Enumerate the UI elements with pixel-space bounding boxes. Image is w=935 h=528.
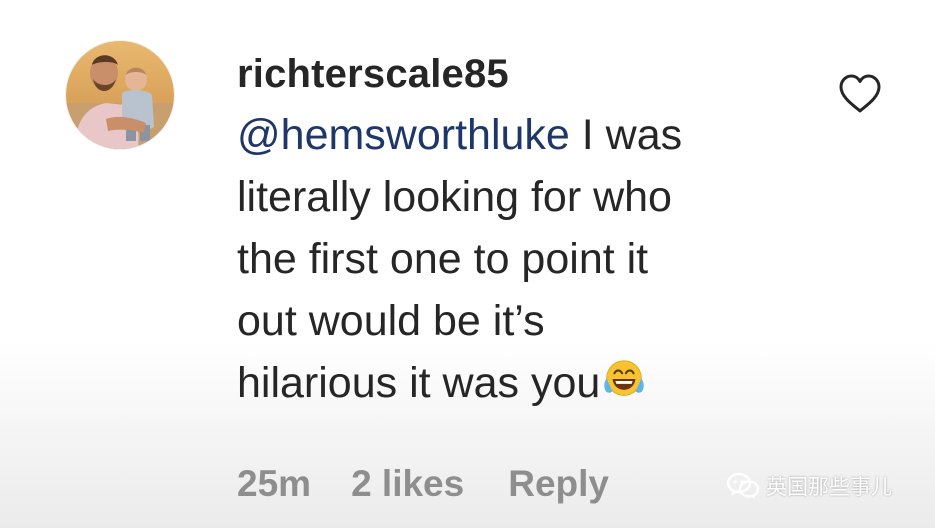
comment-line-4: out would be it’s <box>237 297 545 345</box>
comment-line-3: the first one to point it <box>237 235 649 283</box>
comment-timestamp: 25m <box>237 463 312 505</box>
wechat-icon <box>726 472 760 499</box>
comment-line-2: literally looking for who <box>237 173 672 221</box>
heart-outline-icon[interactable] <box>836 70 884 118</box>
mention-link[interactable]: @hemsworthluke <box>237 111 570 159</box>
avatar-photo <box>66 41 174 149</box>
watermark-text: 英国那些事儿 <box>766 475 892 499</box>
comment-text: @hemsworthluke I was literally looking fo… <box>237 104 807 414</box>
comment: richterscale85 @hemsworthluke I was liter… <box>0 0 935 528</box>
watermark: 英国那些事儿 <box>726 468 892 504</box>
likes-count-button[interactable]: 2 likes <box>351 463 464 505</box>
comment-username[interactable]: richterscale85 <box>237 48 509 100</box>
avatar[interactable] <box>66 41 174 149</box>
comment-line-5: hilarious it was you <box>237 359 601 407</box>
comment-line-1: I was <box>569 111 683 159</box>
tears-of-joy-emoji-icon <box>604 360 644 396</box>
comment-meta: 25m 2 likes Reply <box>237 461 609 511</box>
reply-button[interactable]: Reply <box>508 463 609 505</box>
